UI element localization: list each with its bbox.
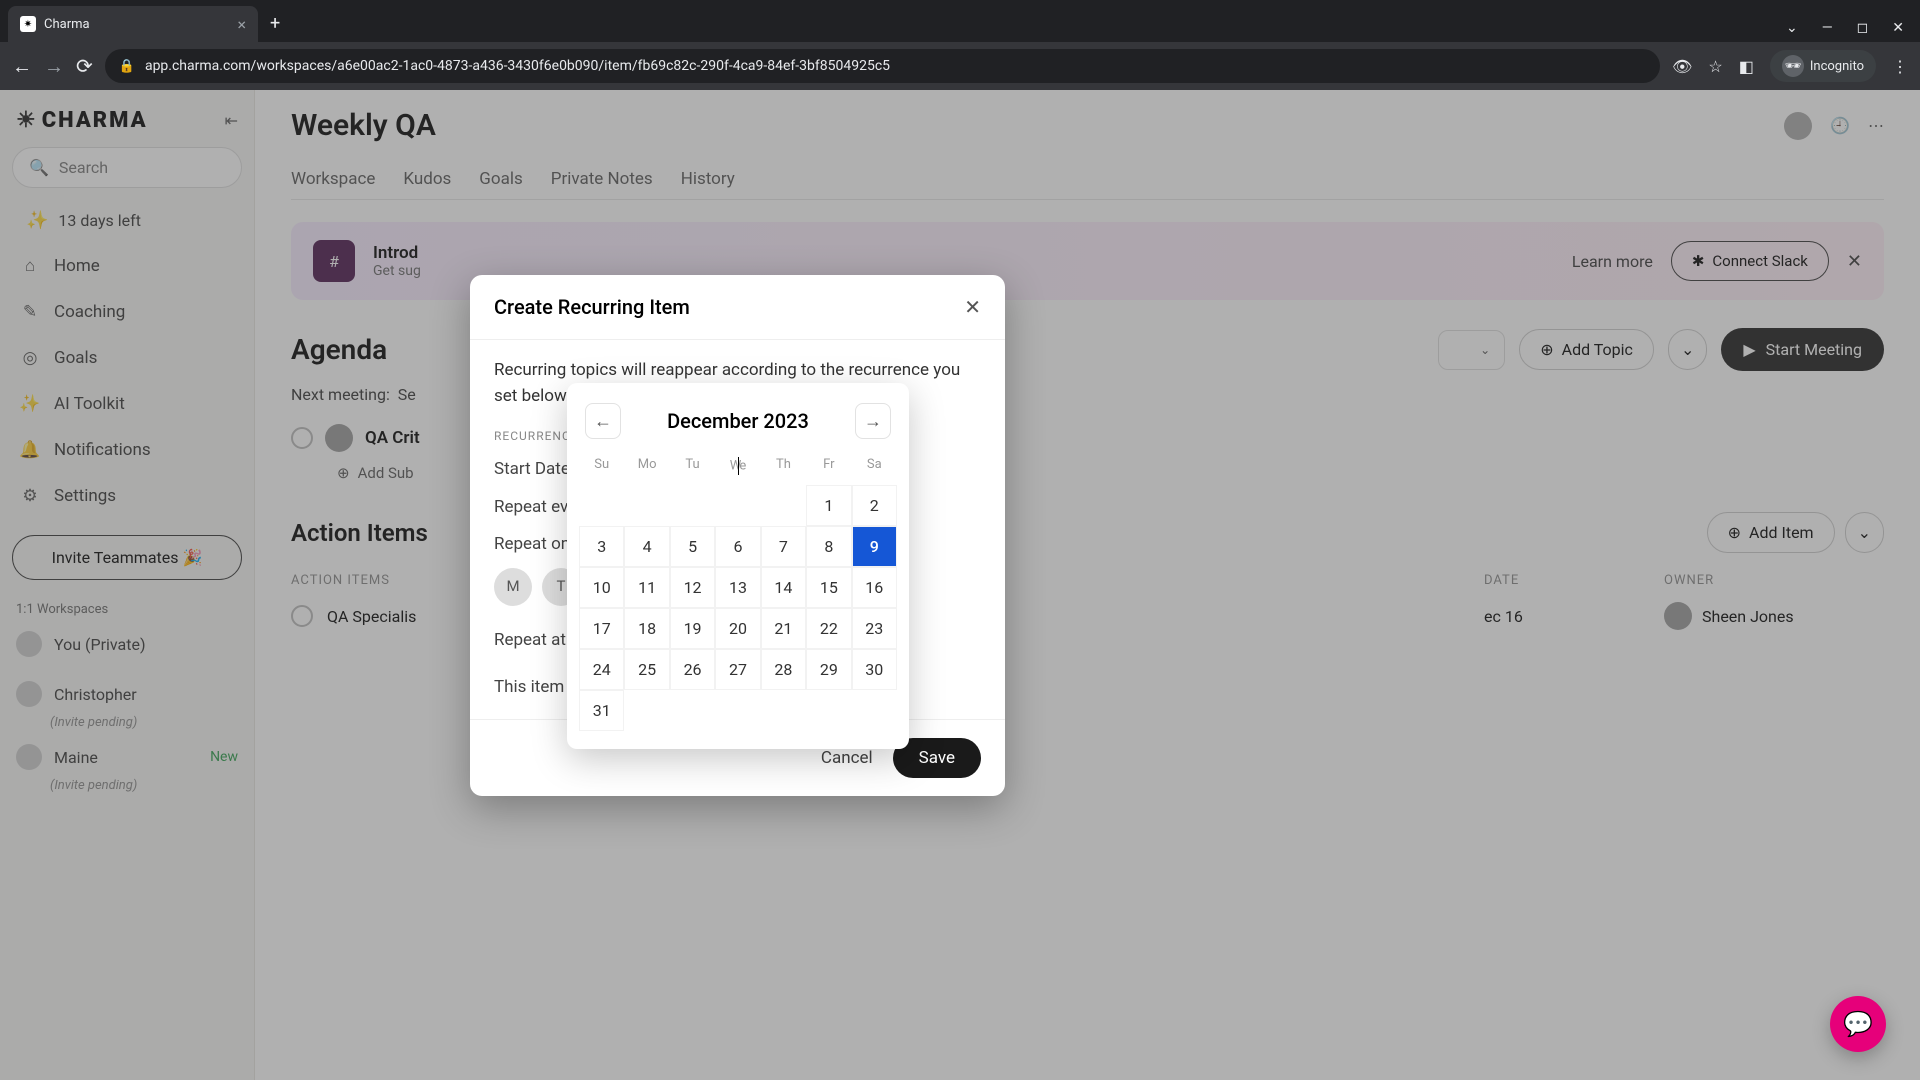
chat-fab[interactable]: 💬 (1830, 996, 1886, 1052)
datepicker-day[interactable]: 7 (761, 526, 806, 567)
datepicker-empty-cell (624, 485, 669, 526)
modal-title: Create Recurring Item (494, 295, 690, 319)
datepicker-day[interactable]: 27 (715, 649, 760, 690)
url-field[interactable]: 🔒 app.charma.com/workspaces/a6e00ac2-1ac… (105, 49, 1660, 83)
datepicker-day[interactable]: 16 (852, 567, 897, 608)
datepicker-day[interactable]: 24 (579, 649, 624, 690)
datepicker-dow: We (715, 451, 760, 485)
datepicker-empty-cell (579, 485, 624, 526)
datepicker-grid: SuMoTuWeThFrSa12345678910111213141516171… (579, 451, 897, 731)
datepicker-day[interactable]: 8 (806, 526, 851, 567)
prev-month-button[interactable]: ← (585, 403, 621, 439)
extension-icon[interactable]: ◧ (1739, 57, 1754, 76)
browser-chrome: ✷ Charma × + ⌄ — ◻ ✕ ← → ⟳ 🔒 app.charma.… (0, 0, 1920, 90)
back-button[interactable]: ← (12, 54, 32, 79)
datepicker-popover: ← December 2023 → SuMoTuWeThFrSa12345678… (567, 383, 909, 749)
datepicker-day[interactable]: 15 (806, 567, 851, 608)
datepicker-day[interactable]: 28 (761, 649, 806, 690)
datepicker-day[interactable]: 20 (715, 608, 760, 649)
kebab-icon[interactable]: ⋮ (1892, 57, 1908, 76)
datepicker-day[interactable]: 4 (624, 526, 669, 567)
datepicker-dow: Sa (852, 451, 897, 485)
datepicker-day[interactable]: 6 (715, 526, 760, 567)
address-bar: ← → ⟳ 🔒 app.charma.com/workspaces/a6e00a… (0, 42, 1920, 90)
maximize-icon[interactable]: ◻ (1857, 20, 1869, 36)
datepicker-day[interactable]: 19 (670, 608, 715, 649)
tab-bar: ✷ Charma × + ⌄ — ◻ ✕ (0, 0, 1920, 42)
close-icon[interactable]: ✕ (964, 295, 981, 319)
favicon-icon: ✷ (20, 16, 36, 32)
browser-tab[interactable]: ✷ Charma × (8, 6, 258, 42)
window-controls: ⌄ — ◻ ✕ (1786, 20, 1920, 36)
datepicker-day[interactable]: 23 (852, 608, 897, 649)
incognito-label: Incognito (1810, 59, 1864, 74)
datepicker-day[interactable]: 3 (579, 526, 624, 567)
app: ☀ CHARMA ⇤ 🔍 Search ✨ 13 days left ⌂Home… (0, 90, 1920, 1080)
datepicker-dow: Fr (806, 451, 851, 485)
datepicker-day[interactable]: 17 (579, 608, 624, 649)
datepicker-dow: Tu (670, 451, 715, 485)
cancel-button[interactable]: Cancel (821, 748, 873, 768)
star-icon[interactable]: ☆ (1708, 57, 1722, 76)
url-text: app.charma.com/workspaces/a6e00ac2-1ac0-… (145, 58, 890, 74)
close-window-icon[interactable]: ✕ (1892, 20, 1904, 36)
datepicker-day[interactable]: 31 (579, 690, 624, 731)
datepicker-day[interactable]: 13 (715, 567, 760, 608)
datepicker-day[interactable]: 21 (761, 608, 806, 649)
next-month-button[interactable]: → (855, 403, 891, 439)
datepicker-day[interactable]: 14 (761, 567, 806, 608)
lock-icon: 🔒 (119, 59, 135, 74)
datepicker-day[interactable]: 2 (852, 485, 897, 526)
forward-button[interactable]: → (44, 54, 64, 79)
incognito-pill[interactable]: 🕶 Incognito (1770, 50, 1876, 82)
datepicker-empty-cell (761, 485, 806, 526)
day-chip-m[interactable]: M (494, 568, 532, 606)
datepicker-month: December 2023 (667, 409, 809, 433)
chevron-down-icon[interactable]: ⌄ (1786, 20, 1798, 36)
datepicker-day[interactable]: 11 (624, 567, 669, 608)
minimize-icon[interactable]: — (1822, 20, 1833, 36)
datepicker-day[interactable]: 26 (670, 649, 715, 690)
tab-title: Charma (44, 17, 90, 32)
datepicker-dow: Th (761, 451, 806, 485)
datepicker-day[interactable]: 1 (806, 485, 851, 526)
eye-off-icon[interactable]: 👁 (1672, 57, 1692, 76)
datepicker-day[interactable]: 29 (806, 649, 851, 690)
datepicker-dow: Su (579, 451, 624, 485)
datepicker-day[interactable]: 25 (624, 649, 669, 690)
close-icon[interactable]: × (237, 15, 246, 34)
datepicker-day[interactable]: 22 (806, 608, 851, 649)
datepicker-day[interactable]: 9 (852, 526, 897, 567)
datepicker-day[interactable]: 12 (670, 567, 715, 608)
datepicker-dow: Mo (624, 451, 669, 485)
new-tab-button[interactable]: + (270, 13, 280, 34)
datepicker-day[interactable]: 10 (579, 567, 624, 608)
datepicker-empty-cell (715, 485, 760, 526)
incognito-icon: 🕶 (1782, 55, 1804, 77)
datepicker-day[interactable]: 30 (852, 649, 897, 690)
reload-button[interactable]: ⟳ (76, 54, 93, 78)
datepicker-day[interactable]: 5 (670, 526, 715, 567)
datepicker-day[interactable]: 18 (624, 608, 669, 649)
chat-icon: 💬 (1843, 1010, 1873, 1038)
datepicker-empty-cell (670, 485, 715, 526)
